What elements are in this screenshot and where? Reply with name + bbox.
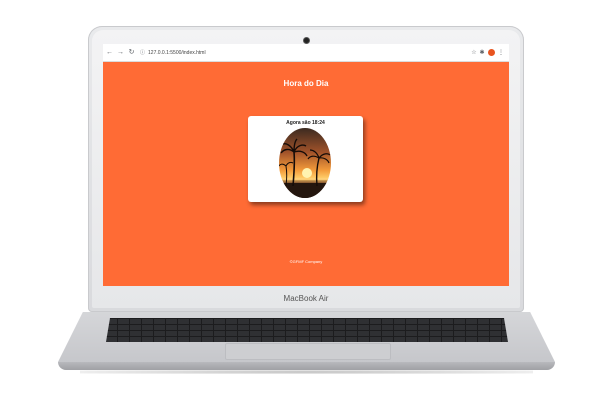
url-text[interactable]: 127.0.0.1:5500/index.html (148, 50, 206, 56)
laptop-base-front (58, 362, 555, 370)
forward-arrow-icon[interactable]: → (116, 44, 125, 61)
star-icon[interactable]: ☆ (470, 49, 478, 56)
footer-copyright: ©GFMF Company (289, 259, 323, 264)
reload-icon[interactable]: ↻ (127, 44, 136, 61)
profile-avatar[interactable] (488, 49, 495, 56)
keyboard (106, 318, 508, 342)
browser-window: ← → ↻ ⓘ 127.0.0.1:5500/index.html ☆ ✱ ⋮ … (103, 44, 509, 286)
toolbar-right-icons: ☆ ✱ ⋮ (470, 49, 505, 56)
laptop-shadow (80, 370, 533, 374)
address-bar[interactable]: ⓘ 127.0.0.1:5500/index.html (140, 47, 470, 58)
sunset-image (279, 128, 331, 198)
webcam (304, 38, 309, 43)
laptop-mockup: ← → ↻ ⓘ 127.0.0.1:5500/index.html ☆ ✱ ⋮ … (0, 0, 613, 407)
current-time-text: Agora são 18:24 (286, 120, 325, 126)
menu-icon[interactable]: ⋮ (497, 49, 505, 56)
time-card: Agora são 18:24 (248, 116, 363, 202)
browser-toolbar: ← → ↻ ⓘ 127.0.0.1:5500/index.html ☆ ✱ ⋮ (103, 44, 509, 62)
trackpad (225, 343, 391, 360)
back-arrow-icon[interactable]: ← (105, 44, 114, 61)
laptop-model-label: MacBook Air (283, 294, 329, 303)
extensions-icon[interactable]: ✱ (478, 49, 486, 56)
page-title: Hora do Dia (283, 79, 329, 88)
info-icon[interactable]: ⓘ (140, 49, 145, 56)
